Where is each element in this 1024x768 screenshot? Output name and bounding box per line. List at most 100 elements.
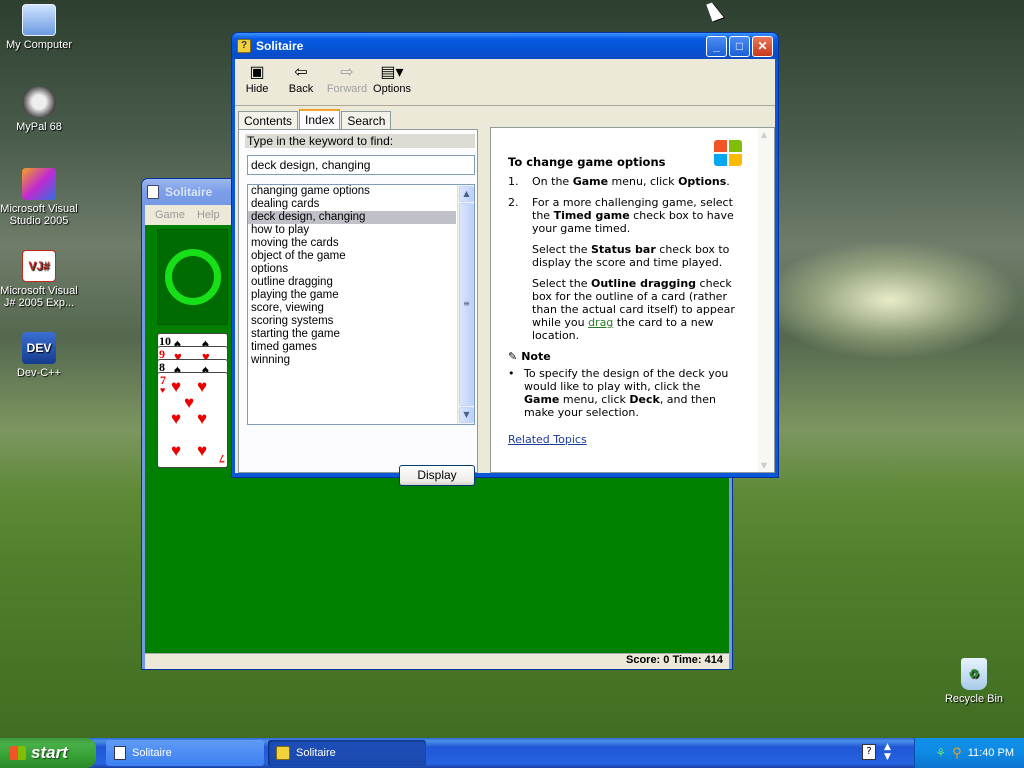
tab-search[interactable]: Search [341,111,392,130]
tab-contents[interactable]: Contents [238,111,299,130]
tableau-card-top[interactable]: 7 ♥ ♥ ♥ ♥ ♥ ♥ ♥ ♥ 7 [157,372,228,468]
help-titlebar[interactable]: ? Solitaire _ □ ✕ [232,33,778,59]
card-pip: ♥ [197,441,208,460]
outline-dragging-paragraph: Select the Outline dragging check box fo… [532,277,735,342]
step-2: 2. For a more challenging game, select t… [508,196,738,235]
keyword-item[interactable]: starting the game [248,328,456,341]
desktop-icon-label: My Computer [5,39,73,51]
desktop-icon-recycle-bin[interactable]: ♻ Recycle Bin [929,658,1019,705]
menu-game[interactable]: Game [149,209,191,221]
topic-scroll-up-icon[interactable]: ▲ [761,130,767,139]
forward-button[interactable]: ⇨ Forward [325,63,369,95]
start-label: start [31,743,68,762]
scroll-thumb[interactable]: ≡ [459,203,474,406]
search-icon[interactable]: ⚲ [952,745,962,761]
status-bar-paragraph: Select the Status bar check box to displ… [532,243,730,269]
note-text: To specify the design of the deck you wo… [524,367,729,419]
keyword-item[interactable]: moving the cards [248,237,456,250]
minimize-button[interactable]: _ [706,35,727,57]
keyword-item[interactable]: how to play [248,224,456,237]
keyword-item[interactable]: deck design, changing [248,211,456,224]
drag-glossary-link[interactable]: drag [588,316,613,329]
sky-glow [760,240,1020,360]
system-tray: ⚘ ⚲ 11:40 PM [914,738,1024,768]
desktop-icon-mypal[interactable]: MyPal 68 [0,86,84,133]
desktop-icon-visual-jsharp[interactable]: VJ# Microsoft Visual J# 2005 Exp... [0,250,84,309]
hide-label: Hide [245,83,269,95]
back-arrow-icon: ⇦ [294,64,308,81]
card-rank: 7 [219,452,225,466]
back-button[interactable]: ⇦ Back [279,63,323,95]
keyword-item[interactable]: timed games [248,341,456,354]
help-window[interactable]: ? Solitaire _ □ ✕ ▣ Hide ⇦ Back ⇨ Forwar… [231,32,779,486]
hide-icon: ▣ [249,64,265,81]
help-app-icon: ? [237,39,251,53]
step-text: On the Game menu, click Options. [532,175,730,188]
solitaire-app-icon [147,185,159,199]
nav-tabs: Contents Index Search [238,109,392,130]
keyword-items: changing game options dealing cards deck d… [248,185,474,367]
clock[interactable]: 11:40 PM [968,747,1014,759]
hide-button[interactable]: ▣ Hide [235,63,279,95]
tab-index[interactable]: Index [299,109,341,130]
desktop-icon-label: MyPal 68 [16,121,62,133]
scroll-up-button[interactable]: ▲ [459,186,474,202]
start-button[interactable]: start [0,738,96,768]
topic-heading: To change game options [508,155,666,169]
keyword-item[interactable]: outline dragging [248,276,456,289]
language-help-icon[interactable]: ? [862,744,876,760]
menu-help[interactable]: Help [191,209,226,221]
forward-arrow-icon: ⇨ [340,64,354,81]
visual-studio-icon [22,168,56,200]
back-label: Back [288,83,314,95]
taskbar-item-solitaire-help[interactable]: Solitaire [268,740,426,766]
maximize-button[interactable]: □ [729,35,750,57]
keyword-item[interactable]: options [248,263,456,276]
card-pip: ♥ [171,377,182,396]
card-app-icon [114,746,126,760]
task-label: Solitaire [132,747,172,759]
network-icon[interactable]: ⚘ [935,746,946,760]
solitaire-window-title: Solitaire [165,185,213,199]
keyword-item[interactable]: scoring systems [248,315,456,328]
card-suit: ♥ [160,385,166,395]
help-body: ▣ Hide ⇦ Back ⇨ Forward ▤▾ Options Conte… [235,59,775,486]
taskbar-item-solitaire-game[interactable]: Solitaire [106,740,264,766]
desktop-icon-devcpp[interactable]: DEV Dev-C++ [0,332,84,379]
keyword-item[interactable]: playing the game [248,289,456,302]
devcpp-icon: DEV [22,332,56,364]
related-topics-link[interactable]: Related Topics [508,433,587,446]
desktop-icon-my-computer[interactable]: My Computer [0,4,84,51]
desktop-icon-label: Microsoft Visual Studio 2005 [0,203,78,227]
index-pane: Type in the keyword to find: deck design… [238,129,478,486]
stock-pile-empty[interactable] [157,229,228,325]
desktop-icon-visual-studio[interactable]: Microsoft Visual Studio 2005 [0,168,84,227]
keyword-item[interactable]: changing game options [248,185,456,198]
keyword-item[interactable]: dealing cards [248,198,456,211]
forward-label: Forward [326,83,368,95]
topic-scroll-down-icon[interactable]: ▼ [761,461,767,470]
computer-icon [22,4,56,36]
tray-arrow-icon[interactable]: ▲ ▼ [884,742,891,762]
display-button[interactable]: Display [399,465,475,486]
topic-scrollbar[interactable]: ▲ ▼ [758,128,774,472]
keyword-list[interactable]: changing game options dealing cards deck d… [247,184,475,425]
bullet: • [508,367,515,380]
keyword-item[interactable]: score, viewing [248,302,456,315]
note-pencil-icon: ✎ [508,350,518,363]
keyword-item[interactable]: winning [248,354,456,367]
related-topics-wrap: Related Topics [508,433,738,446]
card-pip: ♥ [171,441,182,460]
taskbar: start Solitaire Solitaire ? ▲ ▼ ⚘ ⚲ 11:40… [0,738,1024,768]
close-button[interactable]: ✕ [752,35,773,57]
scroll-down-button[interactable]: ▼ [459,407,474,423]
keyword-input[interactable]: deck design, changing [247,155,475,175]
game-status-bar: Score: 0 Time: 414 [145,653,729,669]
options-button[interactable]: ▤▾ Options [370,63,414,95]
keyword-list-scrollbar[interactable]: ▲ ≡ ▼ [457,185,474,424]
desktop-icon-label: Recycle Bin [944,693,1004,705]
card-pip: ♥ [197,377,208,396]
step-number: 1. [508,175,519,188]
keyword-label: Type in the keyword to find: [245,134,475,148]
keyword-item[interactable]: object of the game [248,250,456,263]
